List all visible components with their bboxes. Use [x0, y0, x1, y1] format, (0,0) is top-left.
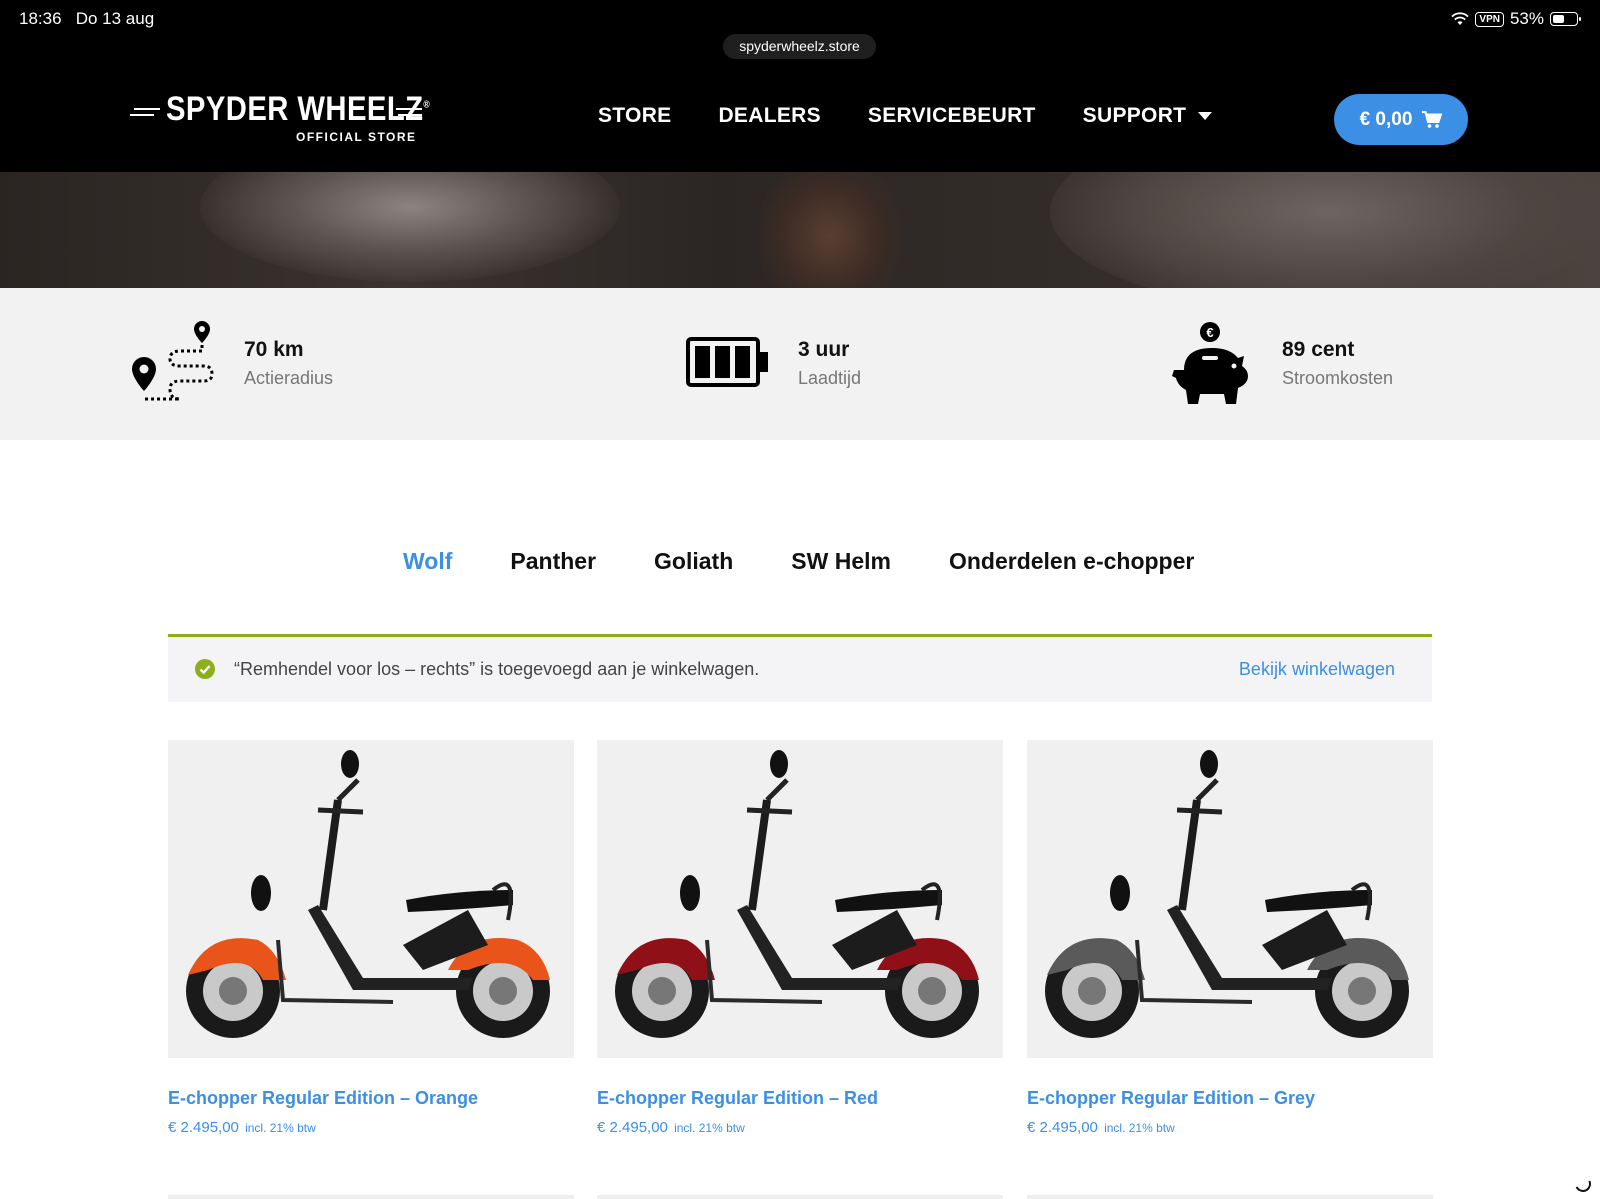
feature-range-text: 70 km Actieradius [244, 338, 333, 389]
product-card[interactable]: E-chopper Regular Edition – Orange € 2.4… [168, 740, 574, 1136]
hero-image [0, 172, 1600, 288]
tab-sw-helm[interactable]: SW Helm [791, 548, 891, 575]
battery-percent: 53% [1509, 9, 1544, 28]
site-header: 18:36 Do 13 aug VPN 53% spyderwheelz.sto… [0, 0, 1600, 172]
euro-badge: € [1206, 325, 1213, 340]
logo-title: SPYDER WHEELZ® [166, 90, 431, 128]
feature-value: 70 km [244, 337, 304, 361]
feature-label: Laadtijd [798, 367, 862, 388]
check-circle-icon [195, 659, 215, 679]
nav-dealers[interactable]: DEALERS [718, 104, 820, 128]
price-amount: € 2.495,00 [597, 1119, 668, 1136]
price-tax-note: incl. 21% btw [1104, 1121, 1175, 1135]
battery-status-icon [1550, 12, 1581, 26]
logo-speed-line [134, 108, 160, 110]
tab-goliath[interactable]: Goliath [654, 548, 733, 575]
status-indicators: VPN 53% [1451, 9, 1581, 29]
price-tax-note: incl. 21% btw [674, 1121, 745, 1135]
features-band: 70 km Actieradius 3 uur Laadtijd € 89 ce… [0, 288, 1600, 440]
main-nav: STORE DEALERS SERVICEBEURT SUPPORT [598, 104, 1213, 128]
feature-cost: € 89 cent Stroomkosten [1172, 318, 1393, 408]
product-card[interactable]: E-chopper Regular Edition – Red € 2.495,… [597, 740, 1003, 1136]
next-product-row-edge [168, 1195, 574, 1199]
scooter-image [1045, 750, 1409, 1038]
feature-range: 70 km Actieradius [130, 318, 333, 408]
price-amount: € 2.495,00 [1027, 1119, 1098, 1136]
product-image[interactable] [1027, 740, 1433, 1058]
logo-speed-line [398, 114, 422, 116]
notice-message: “Remhendel voor los – rechts” is toegevo… [234, 659, 760, 679]
nav-servicebeurt[interactable]: SERVICEBEURT [868, 104, 1036, 128]
chevron-down-icon [1198, 112, 1213, 120]
feature-charge-text: 3 uur Laadtijd [798, 338, 861, 389]
logo-speed-line [396, 108, 422, 110]
logo-subtitle: OFFICIAL STORE [296, 130, 417, 144]
site-logo[interactable]: SPYDER WHEELZ® OFFICIAL STORE [130, 90, 430, 150]
scooter-image [186, 750, 550, 1038]
product-title[interactable]: E-chopper Regular Edition – Grey [1027, 1088, 1433, 1109]
wifi-icon [1451, 12, 1470, 25]
tab-wolf[interactable]: Wolf [403, 548, 452, 575]
status-time: 18:36 Do 13 aug [19, 9, 154, 29]
vpn-badge: VPN [1475, 11, 1504, 27]
status-clock: 18:36 [19, 9, 62, 28]
cart-total: € 0,00 [1359, 108, 1413, 130]
tab-panther[interactable]: Panther [510, 548, 596, 575]
price-amount: € 2.495,00 [168, 1119, 239, 1136]
logo-speed-line [130, 114, 154, 116]
feature-cost-text: 89 cent Stroomkosten [1282, 338, 1393, 389]
product-price: € 2.495,00 incl. 21% btw [597, 1119, 1003, 1136]
category-tabs: Wolf Panther Goliath SW Helm Onderdelen … [403, 548, 1194, 575]
next-product-row-edge [597, 1195, 1003, 1199]
feature-label: Actieradius [244, 367, 334, 388]
product-image[interactable] [597, 740, 1003, 1058]
feature-value: 3 uur [798, 337, 850, 361]
price-tax-note: incl. 21% btw [245, 1121, 316, 1135]
status-date: Do 13 aug [75, 9, 155, 28]
nav-support[interactable]: SUPPORT [1083, 104, 1213, 128]
cart-icon [1422, 110, 1443, 128]
cart-notice: “Remhendel voor los – rechts” is toegevo… [168, 634, 1432, 702]
feature-value: 89 cent [1282, 337, 1355, 361]
view-cart-link[interactable]: Bekijk winkelwagen [1239, 659, 1395, 680]
product-card[interactable]: E-chopper Regular Edition – Grey € 2.495… [1027, 740, 1433, 1136]
tab-onderdelen[interactable]: Onderdelen e-chopper [949, 548, 1194, 575]
loading-spinner-icon [1572, 1173, 1594, 1195]
scooter-image [615, 750, 979, 1038]
battery-icon [686, 337, 768, 387]
piggy-bank-icon: € [1172, 322, 1248, 404]
route-map-icon [132, 321, 214, 401]
feature-label: Stroomkosten [1282, 367, 1394, 388]
next-product-row-edge [1027, 1195, 1433, 1199]
nav-store[interactable]: STORE [598, 104, 671, 128]
product-title[interactable]: E-chopper Regular Edition – Orange [168, 1088, 574, 1109]
product-price: € 2.495,00 incl. 21% btw [1027, 1119, 1433, 1136]
url-bar[interactable]: spyderwheelz.store [723, 34, 876, 59]
product-title[interactable]: E-chopper Regular Edition – Red [597, 1088, 1003, 1109]
cart-button[interactable]: € 0,00 [1334, 94, 1468, 145]
product-image[interactable] [168, 740, 574, 1058]
product-price: € 2.495,00 incl. 21% btw [168, 1119, 574, 1136]
feature-charge: 3 uur Laadtijd [686, 318, 861, 408]
